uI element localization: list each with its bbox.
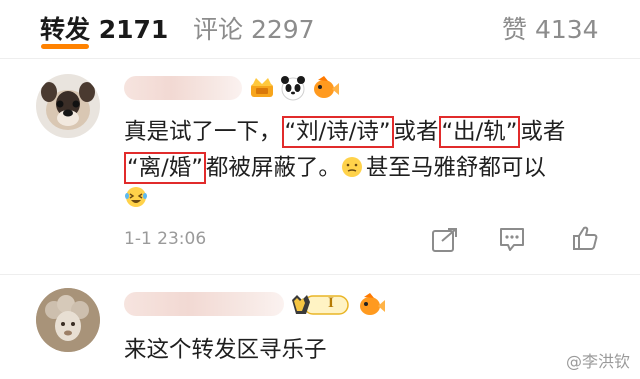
vip-level-badge-icon [290,292,352,322]
highlighted-keyword: “出/轨” [438,116,521,148]
watermark: @李洪钦 [565,352,630,371]
comment-text-line-2: “离/婚” 都被屏蔽了。 甚至马雅舒都可以 [124,150,546,184]
tab-likes[interactable]: 赞 4134 [502,10,599,46]
username-blurred[interactable] [124,292,284,316]
tab-comments-count: 2297 [250,15,315,44]
tab-repost-count: 2171 [98,15,169,44]
share-icon[interactable] [431,227,459,257]
panda-badge-icon [280,75,306,105]
avatar[interactable] [36,74,100,138]
goldfish-badge-icon [310,74,340,106]
bulldog-avatar-image [41,82,95,130]
comment-text: 或者 [520,119,566,145]
tab-likes-count: 4134 [534,15,599,44]
comment-icon[interactable] [498,226,526,256]
vip-level-text: I [328,295,334,311]
tab-repost-label: 转发 [40,15,91,44]
comment-text: 来这个转发区寻乐子 [124,337,327,363]
active-tab-indicator [41,44,89,49]
comment-text: 甚至马雅舒都可以 [365,155,546,181]
tab-comments[interactable]: 评论 2297 [193,10,315,46]
sheep-avatar-image [36,288,100,352]
comment-text: 都被屏蔽了。 [205,155,341,181]
like-icon[interactable] [571,225,599,255]
avatar[interactable] [36,288,100,352]
comment-text-line-1: 真是试了一下， “刘/诗/诗” 或者 “出/轨” 或者 [124,114,565,148]
tab-bar: 转发 2171 评论 2297 赞 4134 [0,0,640,52]
crown-badge-icon [248,74,276,106]
highlighted-keyword: “刘/诗/诗” [281,116,394,148]
divider [0,274,640,275]
goldfish-badge-icon [356,291,386,323]
divider [0,58,640,59]
comment-text: 或者 [393,119,439,145]
comment-timestamp: 1-1 23:06 [124,229,207,249]
tab-comments-label: 评论 [193,15,244,44]
tab-repost[interactable]: 转发 2171 [40,10,168,46]
thinking-emoji-icon [341,156,363,178]
comment-text: 真是试了一下， [124,119,282,145]
laughing-emoji-icon [124,186,148,212]
highlighted-keyword: “离/婚” [124,152,206,184]
tab-likes-label: 赞 [502,15,528,44]
username-blurred[interactable] [124,76,242,100]
